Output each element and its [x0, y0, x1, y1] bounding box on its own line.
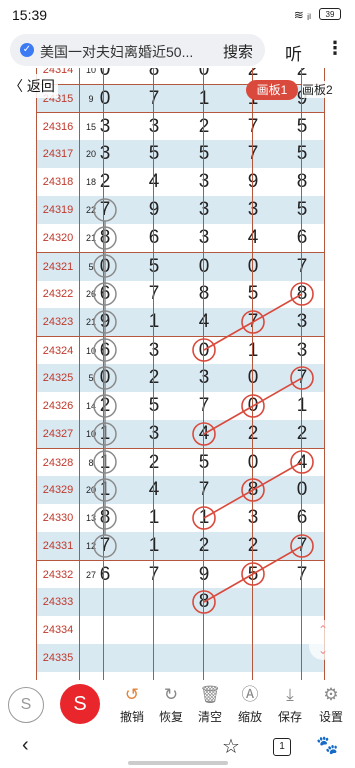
red-mark-line — [252, 293, 303, 323]
paw-icon[interactable]: 🐾 — [316, 735, 338, 756]
undo-icon: ↺ — [124, 685, 140, 704]
zoom-button[interactable]: Ⓐ 缩放 — [231, 684, 269, 725]
save-button[interactable]: ⤓ 保存 — [271, 684, 309, 725]
red-mark-line — [203, 321, 254, 351]
shield-icon: ✓ — [20, 43, 34, 57]
scroll-handle[interactable]: ⌃ ⌄ — [309, 620, 337, 660]
clock: 15:39 — [12, 7, 48, 23]
back-arrow-icon[interactable]: ‹ — [22, 734, 29, 757]
red-pen-button[interactable]: S — [60, 684, 100, 724]
redo-button[interactable]: ↻ 恢复 — [152, 684, 190, 725]
status-bar: 15:39 ≋ ᵢₗ 39 — [0, 0, 355, 30]
bottom-nav: ‹ ☆ 1 🐾 — [0, 730, 355, 768]
pen-style-button[interactable]: S — [8, 687, 44, 723]
red-mark-line — [203, 573, 254, 603]
red-mark-line — [203, 489, 254, 519]
battery-icon: 39 — [319, 8, 341, 20]
trash-icon: 🗑 — [199, 685, 221, 704]
page-title[interactable]: 美国一对夫妇离婚近50... — [40, 42, 210, 62]
listen-button[interactable]: 听 — [285, 40, 302, 65]
tab-pad-2[interactable]: 画板2 — [302, 81, 333, 98]
drawing-overlay — [93, 198, 314, 614]
gray-mark-circle — [93, 198, 117, 222]
gray-mark-circle — [93, 534, 117, 558]
gear-icon: ⚙ — [323, 685, 339, 704]
tab-pad-1[interactable]: 画板1 — [246, 80, 298, 100]
red-mark-line — [252, 377, 303, 407]
settings-button[interactable]: ⚙ 设置 — [312, 684, 350, 725]
red-mark-line — [252, 545, 303, 575]
undo-button[interactable]: ↺ 撤销 — [113, 684, 151, 725]
download-icon: ⤓ — [286, 685, 294, 704]
zoom-icon: Ⓐ — [241, 685, 259, 704]
more-menu-icon[interactable]: ⋮ — [326, 38, 344, 59]
red-mark-line — [203, 405, 254, 435]
search-button[interactable]: 搜索 — [223, 41, 253, 62]
tabs-button[interactable]: 1 — [273, 738, 291, 756]
signal-icon: ≋ ᵢₗ — [293, 8, 311, 22]
redo-icon: ↻ — [163, 685, 179, 704]
address-bar[interactable]: ✓ 美国一对夫妇离婚近50... 搜索 — [10, 34, 265, 66]
star-icon[interactable]: ☆ — [222, 734, 240, 759]
home-indicator — [128, 761, 228, 765]
drawing-board[interactable]: 2431410080222431590711924316153327524317… — [36, 68, 325, 680]
clear-button[interactable]: 🗑 清空 — [191, 684, 229, 725]
back-button[interactable]: 〈 返回 — [6, 74, 58, 98]
red-mark-line — [252, 461, 303, 491]
